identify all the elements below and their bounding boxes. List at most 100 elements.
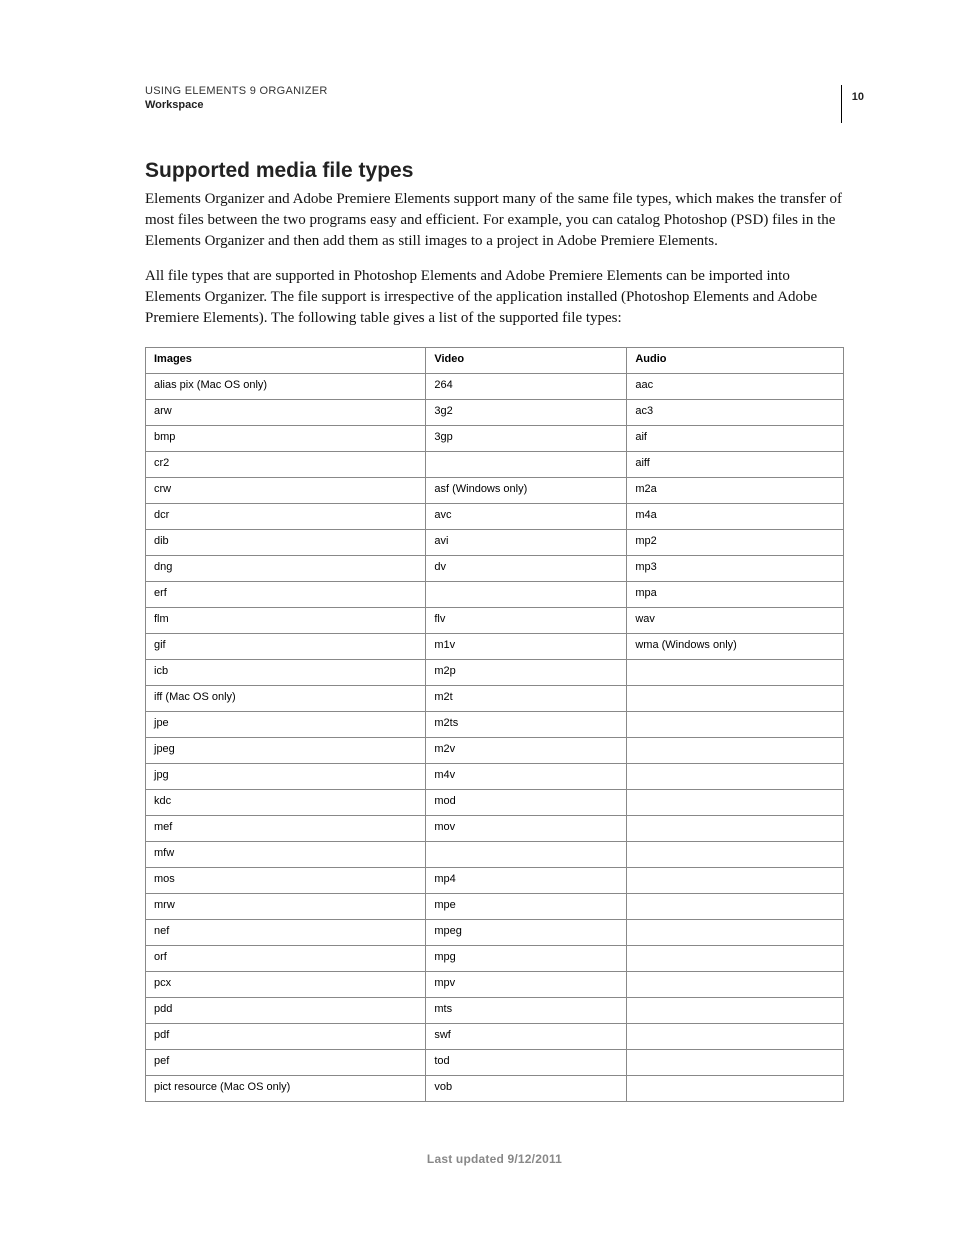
table-cell [627,972,844,998]
table-row: mosmp4 [146,868,844,894]
running-header-title: USING ELEMENTS 9 ORGANIZER [145,85,844,97]
body-paragraph-2: All file types that are supported in Pho… [145,266,844,329]
table-cell: pdd [146,998,426,1024]
table-cell: m2ts [426,712,627,738]
table-row: gifm1vwma (Windows only) [146,634,844,660]
table-row: pcxmpv [146,972,844,998]
table-cell: dib [146,530,426,556]
table-row: jpem2ts [146,712,844,738]
table-cell: gif [146,634,426,660]
table-cell: aiff [627,452,844,478]
file-types-table: Images Video Audio alias pix (Mac OS onl… [145,347,844,1102]
table-cell: aif [627,426,844,452]
table-row: flmflvwav [146,608,844,634]
body-paragraph-1: Elements Organizer and Adobe Premiere El… [145,189,844,252]
table-cell: m4a [627,504,844,530]
table-row: orfmpg [146,946,844,972]
table-row: arw3g2ac3 [146,400,844,426]
table-cell [627,790,844,816]
table-cell: mrw [146,894,426,920]
table-header-row: Images Video Audio [146,348,844,374]
running-header-section: Workspace [145,99,844,111]
table-cell [627,764,844,790]
table-row: jpgm4v [146,764,844,790]
table-row: nefmpeg [146,920,844,946]
table-cell [627,660,844,686]
table-cell: aac [627,374,844,400]
page-footer: Last updated 9/12/2011 [145,1152,844,1166]
col-header-audio: Audio [627,348,844,374]
table-row: dibavimp2 [146,530,844,556]
table-cell [627,842,844,868]
table-cell: 3g2 [426,400,627,426]
table-cell [627,868,844,894]
table-body: alias pix (Mac OS only)264aacarw3g2ac3bm… [146,374,844,1102]
table-cell: m2p [426,660,627,686]
table-cell: jpeg [146,738,426,764]
table-cell [627,894,844,920]
table-cell: flm [146,608,426,634]
table-row: dngdvmp3 [146,556,844,582]
table-cell: dv [426,556,627,582]
table-cell: orf [146,946,426,972]
table-row: crwasf (Windows only)m2a [146,478,844,504]
table-cell: wav [627,608,844,634]
table-cell: avi [426,530,627,556]
table-cell: alias pix (Mac OS only) [146,374,426,400]
table-row: mrwmpe [146,894,844,920]
table-cell: mpg [426,946,627,972]
table-cell: m2v [426,738,627,764]
table-cell: m2a [627,478,844,504]
table-cell: m4v [426,764,627,790]
table-cell: iff (Mac OS only) [146,686,426,712]
table-cell: erf [146,582,426,608]
table-cell [627,920,844,946]
table-row: kdcmod [146,790,844,816]
table-cell [426,842,627,868]
table-cell: m1v [426,634,627,660]
table-cell: pcx [146,972,426,998]
table-cell [627,946,844,972]
table-cell: vob [426,1076,627,1102]
table-cell: 264 [426,374,627,400]
document-page: 10 USING ELEMENTS 9 ORGANIZER Workspace … [0,0,954,1226]
table-row: erf mpa [146,582,844,608]
table-cell: mpeg [426,920,627,946]
table-cell: tod [426,1050,627,1076]
table-cell: asf (Windows only) [426,478,627,504]
table-cell: arw [146,400,426,426]
table-cell: avc [426,504,627,530]
page-number: 10 [841,85,864,123]
table-row: mefmov [146,816,844,842]
table-row: bmp3gpaif [146,426,844,452]
table-row: iff (Mac OS only)m2t [146,686,844,712]
table-row: jpegm2v [146,738,844,764]
table-cell: mpv [426,972,627,998]
col-header-images: Images [146,348,426,374]
table-cell: mos [146,868,426,894]
table-cell: dcr [146,504,426,530]
table-cell: m2t [426,686,627,712]
table-cell: mov [426,816,627,842]
table-cell: crw [146,478,426,504]
table-cell: wma (Windows only) [627,634,844,660]
table-row: mfw [146,842,844,868]
table-cell: ac3 [627,400,844,426]
table-cell [627,686,844,712]
table-row: alias pix (Mac OS only)264aac [146,374,844,400]
table-cell: mpa [627,582,844,608]
table-cell: dng [146,556,426,582]
table-row: cr2aiff [146,452,844,478]
table-cell [627,998,844,1024]
table-cell: mod [426,790,627,816]
table-row: peftod [146,1050,844,1076]
table-cell: bmp [146,426,426,452]
table-cell: mp2 [627,530,844,556]
section-heading: Supported media file types [145,159,844,183]
table-cell: jpe [146,712,426,738]
table-row: icbm2p [146,660,844,686]
table-cell: pict resource (Mac OS only) [146,1076,426,1102]
table-row: pdfswf [146,1024,844,1050]
table-row: dcravcm4a [146,504,844,530]
table-cell: mpe [426,894,627,920]
